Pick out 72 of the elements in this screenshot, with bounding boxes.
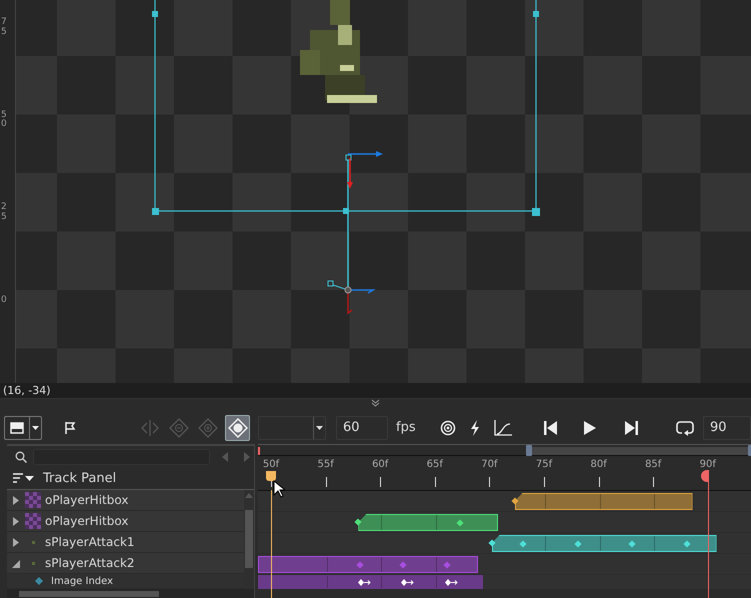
ruler-label: 0 [1, 296, 8, 306]
window-icon [10, 422, 24, 434]
track-name[interactable]: Image Index [51, 576, 114, 587]
cursor-icon [273, 480, 285, 498]
flag-icon [64, 420, 76, 434]
resize-handle[interactable] [152, 11, 158, 17]
keyframe-arrow-icon[interactable] [444, 579, 459, 586]
frame-label: 85f [645, 459, 662, 470]
checkered-icon [25, 513, 41, 530]
frame-label: 70f [481, 459, 498, 470]
frame-label: 75f [536, 459, 552, 470]
range-slider[interactable] [258, 446, 751, 456]
keyframe-arrow-icon[interactable] [401, 579, 416, 586]
ruler-label: 75 [1, 18, 8, 38]
frame-label: 80f [590, 459, 607, 470]
caret-icon [316, 426, 323, 430]
lightning-icon [470, 420, 480, 436]
sprite-thumbnail-icon [32, 562, 34, 565]
triangle-right-icon [12, 538, 20, 547]
frame-label: 65f [426, 459, 443, 470]
fps-field[interactable]: 60 [336, 416, 388, 440]
keyframe[interactable] [488, 539, 496, 547]
length-field[interactable]: 90 [703, 416, 751, 440]
keyframe-button[interactable] [225, 414, 250, 440]
split-icon [140, 418, 160, 438]
panel-title: Track Panel [43, 470, 116, 486]
dropdown-field[interactable] [258, 416, 326, 440]
cursor-coordinates: (16, -34) [3, 384, 51, 397]
sort-icon[interactable] [13, 473, 35, 484]
search-icon [15, 450, 27, 463]
skip-back-icon [544, 420, 558, 434]
scrollbar-thumb[interactable] [245, 510, 253, 568]
frame-label: 55f [317, 459, 334, 470]
broadcast-icon [440, 420, 456, 436]
curve-icon [494, 420, 512, 436]
triangle-right-icon [12, 496, 20, 505]
ruler-label: 50 [1, 110, 8, 130]
ruler-label: 25 [1, 203, 8, 223]
triangle-right-icon [12, 516, 20, 526]
start-marker [258, 447, 260, 455]
resize-handle[interactable] [533, 11, 539, 17]
skip-forward-icon [624, 420, 638, 434]
frame-label: 90f [700, 459, 716, 470]
frame-label: 60f [372, 459, 388, 470]
resize-handle[interactable] [532, 208, 540, 216]
keyframe[interactable] [510, 497, 518, 505]
axis-gizmo[interactable] [346, 151, 383, 189]
frame-label: 50f [262, 459, 280, 470]
loop-icon [676, 420, 694, 436]
chevron-left-icon[interactable] [222, 452, 228, 462]
end-marker[interactable] [700, 470, 709, 482]
sprite-thumbnail-icon [32, 540, 34, 544]
timeline-clip[interactable] [258, 575, 483, 589]
keyframe-arrow-icon[interactable] [358, 579, 372, 586]
collapse-icon[interactable] [371, 399, 380, 407]
timeline-clip[interactable] [514, 493, 692, 510]
scrollbar-thumb[interactable] [19, 590, 159, 597]
chevron-right-icon[interactable] [244, 452, 250, 462]
view-dropdown-button[interactable] [4, 416, 42, 440]
remove-keyframe-icon [169, 418, 190, 438]
caret-icon [32, 426, 39, 430]
triangle-down-icon [12, 558, 20, 568]
range-handle[interactable] [526, 444, 532, 456]
fps-label: fps [396, 420, 416, 435]
playhead-marker[interactable] [266, 471, 276, 481]
add-keyframe-icon [198, 418, 218, 438]
pivot-gizmo[interactable] [328, 280, 376, 314]
checkered-icon [25, 492, 41, 508]
keyframe-icon [228, 418, 248, 438]
resize-handle[interactable] [152, 208, 159, 215]
play-icon [584, 420, 596, 434]
timeline-clip[interactable] [358, 514, 498, 531]
